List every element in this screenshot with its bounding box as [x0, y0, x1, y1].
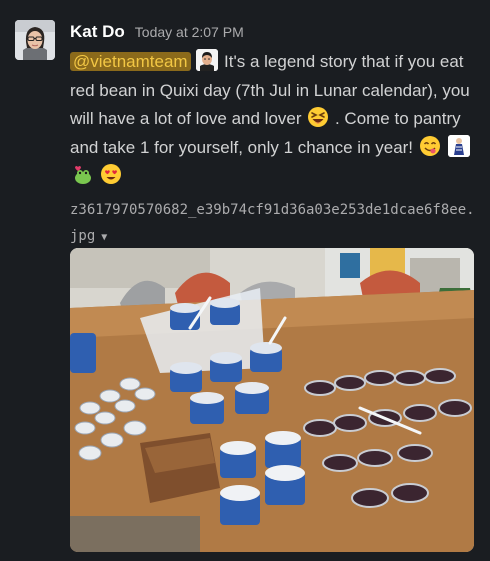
- message-row: Kat Do Today at 2:07 PM @vietnamteam It'…: [0, 0, 490, 561]
- chevron-down-icon[interactable]: ▼: [101, 232, 107, 243]
- timestamp[interactable]: Today at 2:07 PM: [135, 24, 244, 40]
- attachment-photo: [70, 248, 474, 552]
- kiss-frog-emoji-icon: [71, 163, 93, 185]
- custom-couple-emoji-icon: [447, 134, 470, 157]
- avatar[interactable]: [15, 20, 55, 60]
- author-name[interactable]: Kat Do: [70, 22, 125, 42]
- message-content: Kat Do Today at 2:07 PM @vietnamteam It'…: [70, 22, 480, 251]
- yum-emoji-icon: [419, 135, 441, 157]
- message-text: @vietnamteam It's a legend story that if…: [70, 48, 475, 191]
- laughing-emoji-icon: [307, 106, 329, 128]
- custom-avatar-emoji: [196, 49, 219, 71]
- attachment-image[interactable]: [70, 248, 474, 552]
- message-header: Kat Do Today at 2:07 PM: [70, 22, 480, 44]
- user-group-mention[interactable]: @vietnamteam: [70, 52, 191, 71]
- heart-eyes-emoji-icon: [100, 163, 122, 185]
- attachment-filename[interactable]: z3617970570682_e39b74cf91d36a03e253de1dc…: [70, 197, 480, 251]
- attachment-filename-text[interactable]: z3617970570682_e39b74cf91d36a03e253de1dc…: [70, 202, 475, 244]
